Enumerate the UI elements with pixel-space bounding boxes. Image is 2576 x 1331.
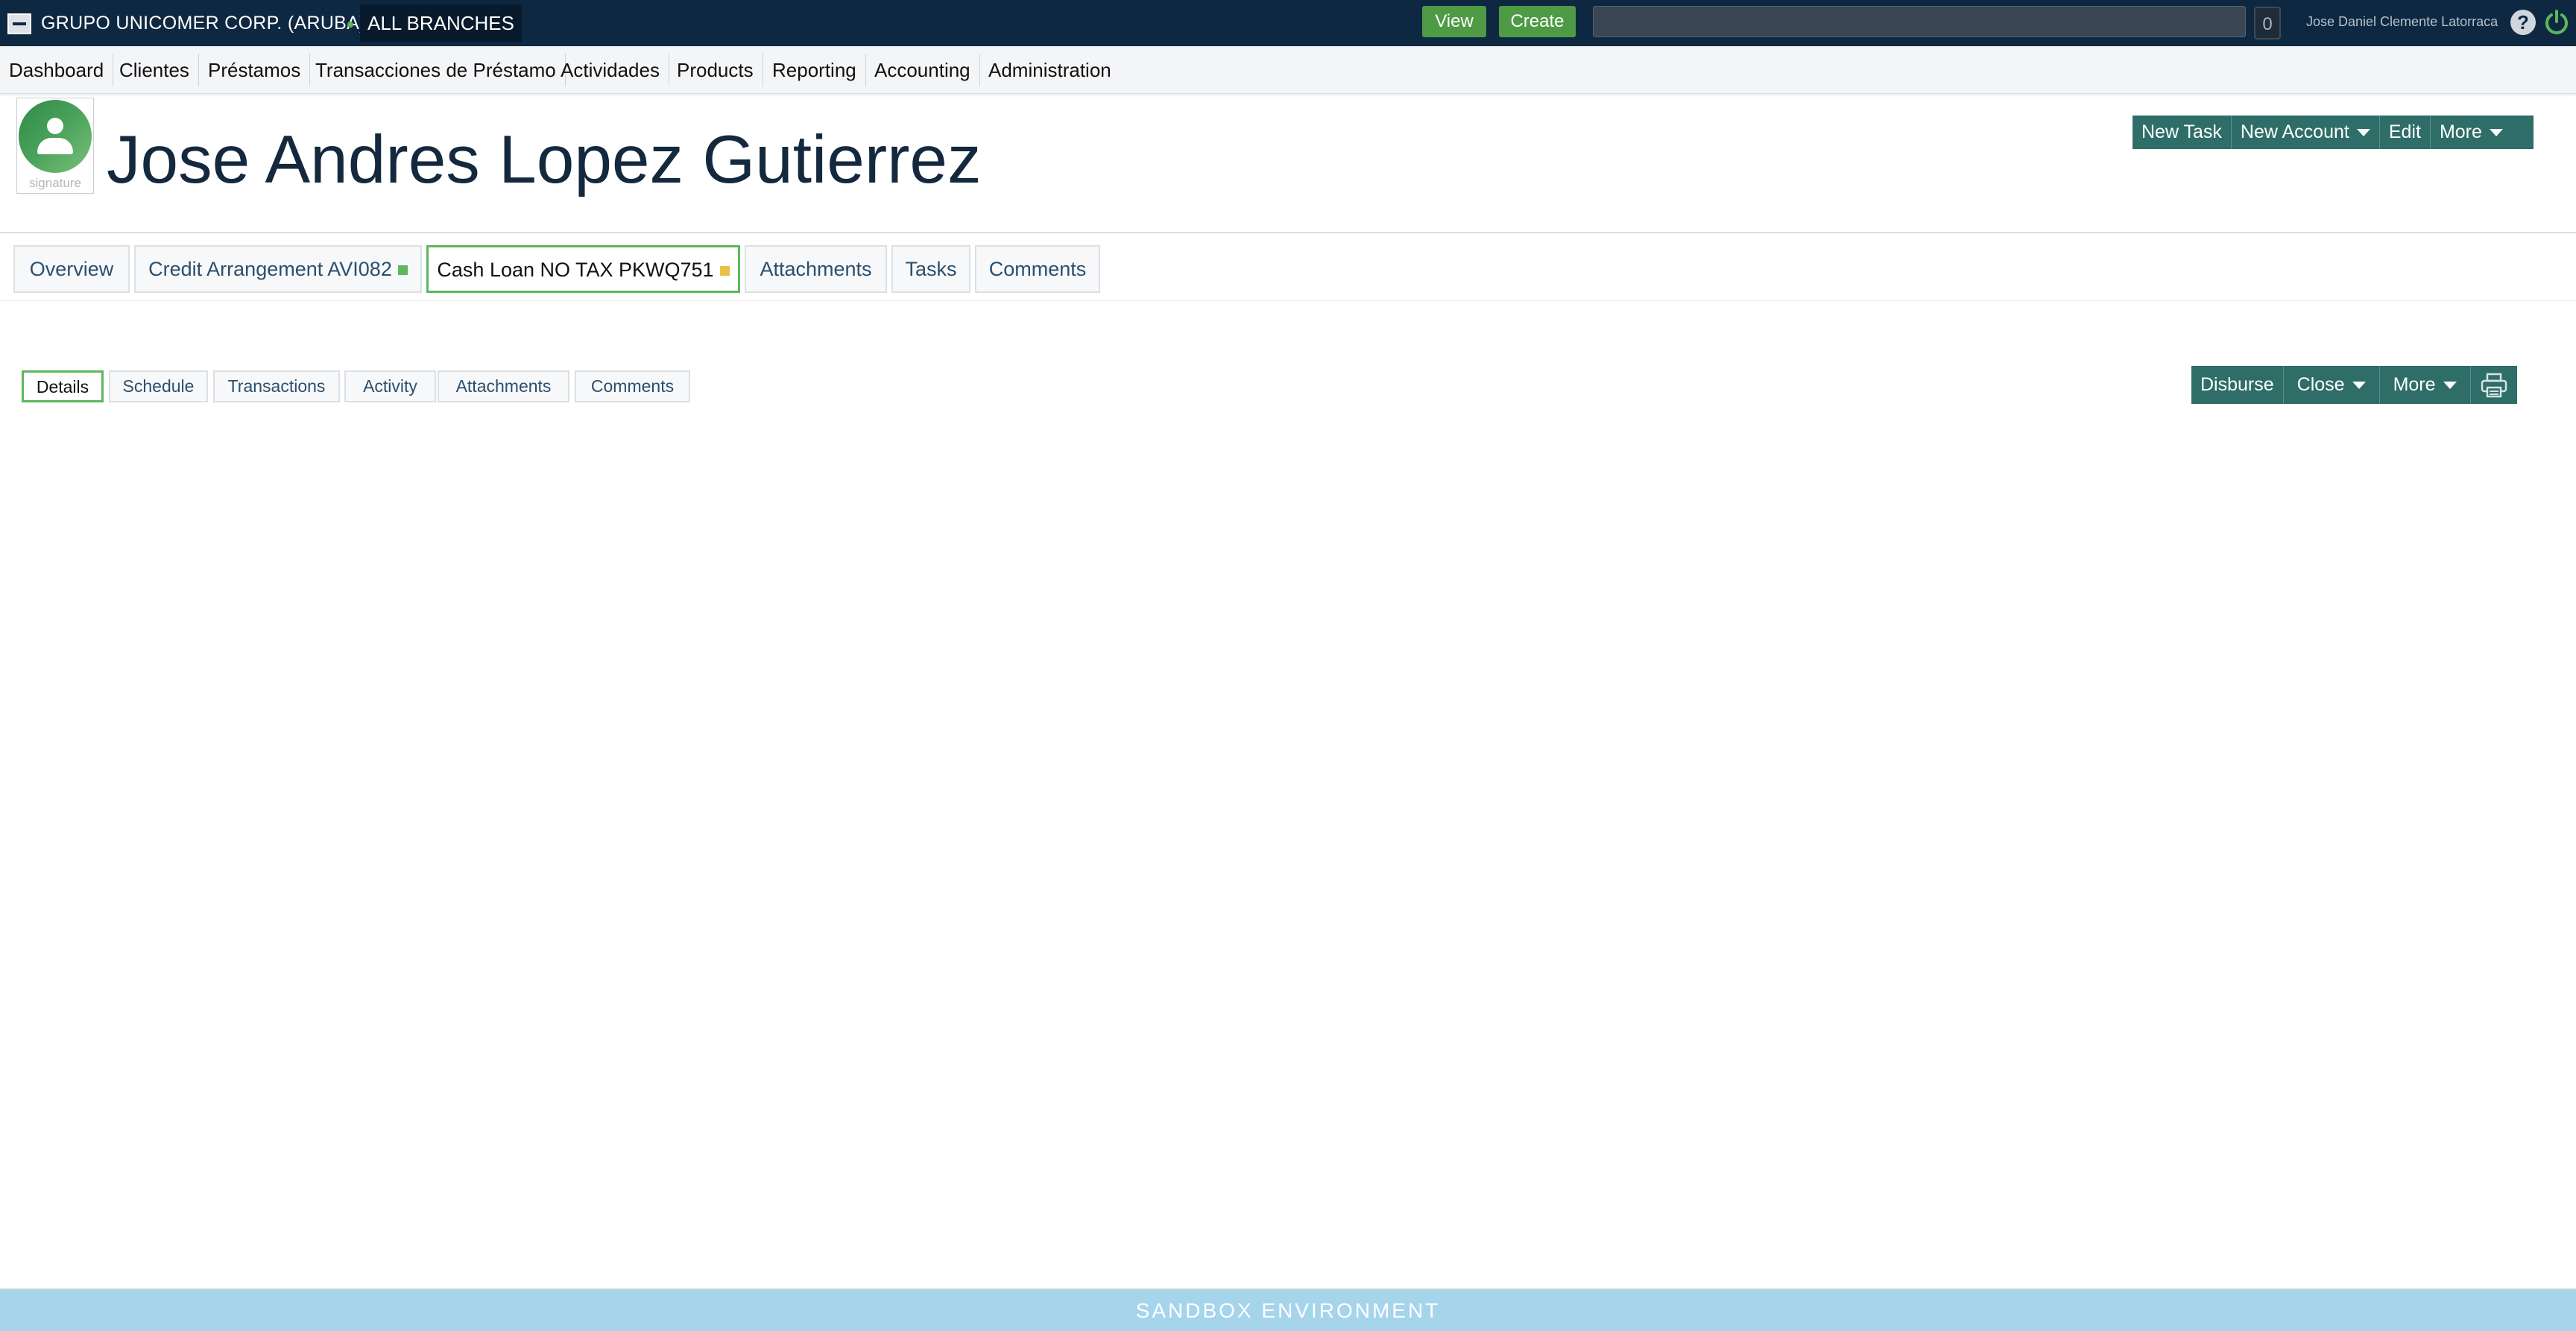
nav-item-administration[interactable]: Administration <box>988 54 1120 86</box>
more-label: More <box>2439 121 2482 142</box>
more-label: More <box>2393 374 2436 395</box>
chevron-down-icon <box>2352 382 2366 390</box>
disburse-button[interactable]: Disburse <box>2191 366 2284 404</box>
close-button[interactable]: Close <box>2284 366 2380 404</box>
tab-label: Cash Loan NO TAX PKWQ751 <box>437 259 714 281</box>
subtab-label: Transactions <box>227 376 326 396</box>
nav-item-products[interactable]: Products <box>677 54 763 86</box>
top-bar: GRUPO UNICOMER CORP. (ARUBA) ALL BRANCHE… <box>0 0 2576 46</box>
subtab-label: Comments <box>590 376 675 396</box>
nav-item-accounting[interactable]: Accounting <box>874 54 980 86</box>
more-button[interactable]: More <box>2431 116 2512 149</box>
org-logo-icon <box>7 13 31 34</box>
tab-label: Tasks <box>905 258 957 280</box>
nav-item-reporting[interactable]: Reporting <box>772 54 866 86</box>
subtab-transactions[interactable]: Transactions <box>213 370 340 402</box>
chevron-down-icon <box>2489 129 2503 137</box>
tab-attachments[interactable]: Attachments <box>745 245 887 293</box>
sandbox-environment-banner: SANDBOX ENVIRONMENT <box>0 1289 2576 1331</box>
power-icon[interactable] <box>2542 7 2572 37</box>
subtab-details[interactable]: Details <box>22 370 104 402</box>
status-indicator-icon <box>397 265 408 276</box>
branch-status-dot <box>347 22 353 28</box>
page-title: Jose Andres Lopez Gutierrez <box>107 122 982 197</box>
subtab-activity[interactable]: Activity <box>344 370 436 402</box>
edit-label: Edit <box>2388 121 2421 142</box>
create-button[interactable]: Create <box>1499 6 1576 37</box>
tab-label: Attachments <box>760 258 872 280</box>
nav-item-dashboard[interactable]: Dashboard <box>9 54 114 86</box>
printer-icon <box>2481 373 2507 397</box>
tab-tasks[interactable]: Tasks <box>891 245 970 293</box>
print-button[interactable] <box>2471 366 2517 404</box>
subtab-label: Attachments <box>455 376 552 396</box>
subtab-attachments[interactable]: Attachments <box>438 370 569 402</box>
nav-item-prestamos[interactable]: Préstamos <box>208 54 311 86</box>
global-search-input[interactable] <box>1593 6 2246 37</box>
tabs-divider <box>0 300 2576 301</box>
user-name[interactable]: Jose Daniel Clemente Latorraca <box>2306 10 2498 33</box>
loan-action-bar: Disburse Close More <box>2191 366 2517 404</box>
header-divider <box>0 232 2576 233</box>
organization-name: GRUPO UNICOMER CORP. (ARUBA) <box>41 13 366 34</box>
nav-item-transacciones[interactable]: Transacciones de Préstamo <box>315 54 566 86</box>
nav-item-actividades[interactable]: Actividades <box>561 54 669 86</box>
subtab-comments[interactable]: Comments <box>575 370 690 402</box>
main-nav: Dashboard Clientes Préstamos Transaccion… <box>0 46 2576 94</box>
chevron-down-icon <box>2443 382 2457 390</box>
avatar[interactable]: signature <box>16 98 94 194</box>
edit-button[interactable]: Edit <box>2380 116 2431 149</box>
tab-label: Credit Arrangement AVI082 <box>148 258 392 280</box>
notification-count[interactable]: 0 <box>2254 7 2281 39</box>
avatar-caption: signature <box>29 176 81 190</box>
new-account-label: New Account <box>2240 121 2349 142</box>
tab-cash-loan[interactable]: Cash Loan NO TAX PKWQ751 <box>426 245 740 293</box>
tab-comments[interactable]: Comments <box>975 245 1100 293</box>
branch-selector[interactable]: ALL BRANCHES <box>360 4 522 42</box>
chevron-down-icon <box>2356 129 2370 137</box>
view-button[interactable]: View <box>1422 6 1486 37</box>
disburse-label: Disburse <box>2200 374 2274 395</box>
header-action-bar: New Task New Account Edit More <box>2133 116 2534 149</box>
status-indicator-icon <box>719 266 730 276</box>
subtab-label: Schedule <box>122 376 195 396</box>
person-icon <box>19 100 92 173</box>
subtab-label: Details <box>36 377 89 396</box>
subtab-label: Activity <box>363 376 417 396</box>
subtab-schedule[interactable]: Schedule <box>109 370 208 402</box>
new-task-button[interactable]: New Task <box>2133 116 2232 149</box>
help-icon[interactable]: ? <box>2510 10 2536 35</box>
new-task-label: New Task <box>2141 121 2222 142</box>
tab-credit-arrangement[interactable]: Credit Arrangement AVI082 <box>134 245 422 293</box>
tab-label: Comments <box>988 258 1087 280</box>
close-label: Close <box>2296 374 2345 395</box>
new-account-button[interactable]: New Account <box>2232 116 2380 149</box>
loan-more-button[interactable]: More <box>2380 366 2471 404</box>
tab-label: Overview <box>29 258 114 280</box>
tab-overview[interactable]: Overview <box>13 245 130 293</box>
nav-item-clientes[interactable]: Clientes <box>119 54 199 86</box>
